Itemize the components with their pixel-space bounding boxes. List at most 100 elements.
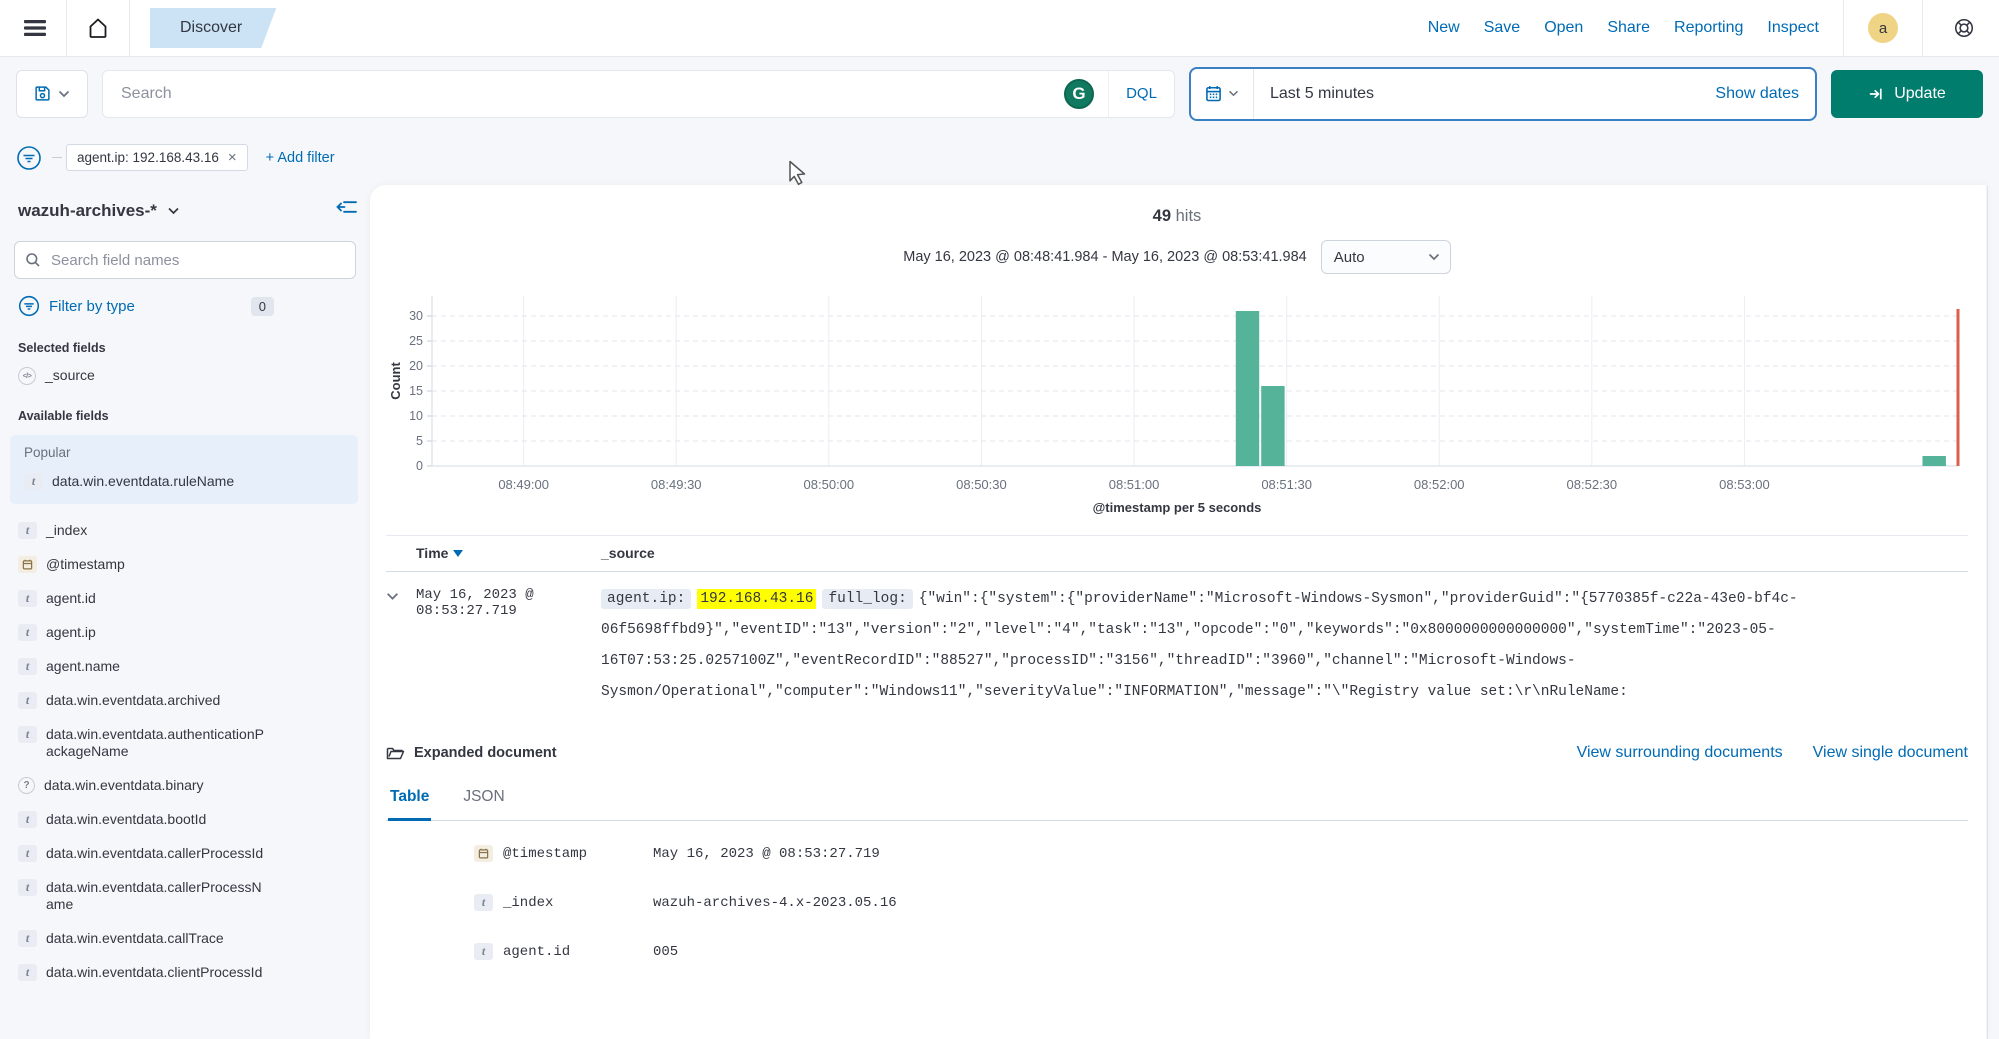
doc-field-row-_index: t_indexwazuh-archives-4.x-2023.05.16 bbox=[386, 878, 1968, 927]
x-tick-label: 08:52:00 bbox=[1414, 477, 1465, 492]
filter-menu-icon[interactable] bbox=[14, 143, 44, 173]
sidebar-field-data.win.eventdata.callerProcessName[interactable]: tdata.win.eventdata.callerProcessName bbox=[14, 879, 356, 913]
top-bar-right: New Save Open Share Reporting Inspect a bbox=[1428, 0, 1981, 56]
divider bbox=[66, 0, 67, 57]
collapse-row-icon[interactable] bbox=[386, 584, 416, 708]
sidebar-field-data.win.eventdata.authenticationPackageName[interactable]: t data.win.eventdata.authenticationPackag… bbox=[14, 726, 356, 760]
menu-icon[interactable] bbox=[18, 11, 52, 45]
histogram-bar[interactable] bbox=[1261, 386, 1284, 466]
tab-discover[interactable]: Discover bbox=[150, 8, 276, 48]
time-column-header[interactable]: Time bbox=[416, 545, 601, 561]
sidebar-field-data.win.eventdata.bootId[interactable]: tdata.win.eventdata.bootId bbox=[14, 811, 356, 828]
sidebar-field-data.win.eventdata.ruleName[interactable]: tdata.win.eventdata.ruleName bbox=[18, 473, 350, 490]
histogram-bar[interactable] bbox=[1236, 311, 1259, 466]
home-icon[interactable] bbox=[81, 11, 115, 45]
doc-field-row-agent.id: t agent.id005 bbox=[386, 927, 1968, 976]
filter-by-type[interactable]: Filter by type 0 bbox=[14, 295, 274, 317]
folder-open-icon bbox=[386, 745, 405, 761]
field-name: data.win.eventdata.callerProcessName bbox=[46, 879, 264, 913]
sidebar-field-data.win.eventdata.archived[interactable]: tdata.win.eventdata.archived bbox=[14, 692, 356, 709]
time-range-value[interactable]: Last 5 minutes bbox=[1254, 85, 1374, 103]
field-name: data.win.eventdata.authenticationPackage… bbox=[46, 726, 264, 760]
sidebar-field-agent.name[interactable]: tagent.name bbox=[14, 658, 356, 675]
date-field-icon bbox=[18, 556, 37, 573]
nav-link-inspect[interactable]: Inspect bbox=[1767, 19, 1819, 37]
field-list: t_index@timestamptagent.idtagent.iptagen… bbox=[14, 510, 356, 981]
histogram-chart[interactable]: 08:49:0008:49:3008:50:0008:50:3008:51:00… bbox=[386, 286, 1968, 498]
divider bbox=[52, 157, 62, 158]
x-tick-label: 08:49:00 bbox=[498, 477, 549, 492]
available-fields-heading: Available fields bbox=[14, 409, 356, 423]
date-picker-quick-menu[interactable] bbox=[1191, 69, 1254, 119]
scrollbar-track[interactable] bbox=[1987, 186, 1988, 1039]
sidebar-field-_source[interactable]: </> _source bbox=[14, 367, 356, 385]
query-language-button[interactable]: DQL bbox=[1108, 71, 1174, 117]
tab-json[interactable]: JSON bbox=[461, 788, 506, 820]
sidebar-field-data.win.eventdata.clientProcessId[interactable]: tdata.win.eventdata.clientProcessId bbox=[14, 964, 356, 981]
fields-sidebar: wazuh-archives-* Filter by type 0 Select… bbox=[0, 185, 370, 1039]
results-panel: 49 hits May 16, 2023 @ 08:48:41.984 - Ma… bbox=[370, 185, 1986, 1039]
field-name: agent.name bbox=[46, 658, 120, 675]
add-filter-link[interactable]: + Add filter bbox=[266, 150, 335, 166]
sidebar-field-data.win.eventdata.callTrace[interactable]: tdata.win.eventdata.callTrace bbox=[14, 930, 356, 947]
sort-desc-icon bbox=[453, 550, 463, 557]
nav-link-save[interactable]: Save bbox=[1484, 19, 1520, 37]
view-surrounding-documents-link[interactable]: View surrounding documents bbox=[1577, 744, 1783, 762]
help-icon[interactable] bbox=[1947, 11, 1981, 45]
field-label-badge: full_log: bbox=[822, 589, 912, 609]
field-name: data.win.eventdata.binary bbox=[44, 777, 204, 794]
hits-label: hits bbox=[1176, 207, 1202, 225]
string-field-icon: t bbox=[474, 943, 493, 960]
grammarly-icon[interactable]: G bbox=[1064, 79, 1094, 109]
string-field-icon: t bbox=[18, 964, 37, 981]
source-field-icon: </> bbox=[18, 367, 36, 385]
filter-bar: agent.ip: 192.168.43.16 × + Add filter bbox=[0, 130, 1999, 185]
header-nav: New Save Open Share Reporting Inspect bbox=[1428, 19, 1819, 37]
collapse-sidebar-icon[interactable] bbox=[336, 199, 358, 220]
search-icon bbox=[25, 252, 41, 268]
saved-query-button[interactable] bbox=[16, 70, 88, 118]
index-pattern-switcher[interactable]: wazuh-archives-* bbox=[14, 201, 356, 221]
sidebar-field-agent.id[interactable]: tagent.id bbox=[14, 590, 356, 607]
field-search-box bbox=[14, 241, 356, 279]
document-time: May 16, 2023 @ 08:53:27.719 bbox=[416, 584, 601, 708]
nav-link-reporting[interactable]: Reporting bbox=[1674, 19, 1743, 37]
nav-link-new[interactable]: New bbox=[1428, 19, 1460, 37]
doc-table-header: Time _source bbox=[386, 535, 1968, 572]
show-dates-link[interactable]: Show dates bbox=[1715, 85, 1815, 103]
view-single-document-link[interactable]: View single document bbox=[1813, 744, 1968, 762]
chevron-down-icon bbox=[1228, 90, 1239, 97]
search-input[interactable] bbox=[119, 84, 1064, 104]
field-name: data.win.eventdata.callerProcessId bbox=[46, 845, 263, 862]
chevron-down-icon bbox=[1428, 253, 1440, 261]
tab-table[interactable]: Table bbox=[388, 788, 431, 821]
expanded-document-header: Expanded document View surrounding docum… bbox=[386, 744, 1968, 762]
sidebar-field-agent.ip[interactable]: tagent.ip bbox=[14, 624, 356, 641]
sidebar-field-_index[interactable]: t_index bbox=[14, 522, 356, 539]
sidebar-field-data.win.eventdata.binary[interactable]: ? data.win.eventdata.binary bbox=[14, 777, 356, 794]
doc-field-value: 005 bbox=[653, 944, 678, 960]
string-field-icon: t bbox=[18, 726, 37, 743]
filter-pill-agent-ip[interactable]: agent.ip: 192.168.43.16 × bbox=[66, 144, 248, 171]
update-button[interactable]: Update bbox=[1831, 70, 1983, 118]
doc-field-row-@timestamp: @timestampMay 16, 2023 @ 08:53:27.719 bbox=[386, 829, 1968, 878]
chart-range-row: May 16, 2023 @ 08:48:41.984 - May 16, 20… bbox=[386, 240, 1968, 274]
string-field-icon: t bbox=[18, 590, 37, 607]
doc-field-name: agent.id bbox=[503, 944, 653, 960]
string-field-icon: t bbox=[18, 692, 37, 709]
avatar[interactable]: a bbox=[1868, 13, 1898, 43]
histogram-bar[interactable] bbox=[1922, 456, 1945, 466]
chevron-down-icon bbox=[167, 207, 180, 215]
remove-filter-icon[interactable]: × bbox=[228, 149, 237, 166]
unknown-field-icon: ? bbox=[18, 777, 35, 794]
refresh-icon bbox=[1868, 86, 1884, 102]
nav-link-open[interactable]: Open bbox=[1544, 19, 1583, 37]
interval-select[interactable]: Auto bbox=[1321, 240, 1451, 274]
doc-field-name: _index bbox=[503, 895, 653, 911]
field-name: data.win.eventdata.callTrace bbox=[46, 930, 224, 947]
field-search-input[interactable] bbox=[49, 251, 345, 270]
sidebar-field-data.win.eventdata.callerProcessId[interactable]: tdata.win.eventdata.callerProcessId bbox=[14, 845, 356, 862]
field-name: _index bbox=[46, 522, 87, 539]
nav-link-share[interactable]: Share bbox=[1607, 19, 1650, 37]
sidebar-field-@timestamp[interactable]: @timestamp bbox=[14, 556, 356, 573]
